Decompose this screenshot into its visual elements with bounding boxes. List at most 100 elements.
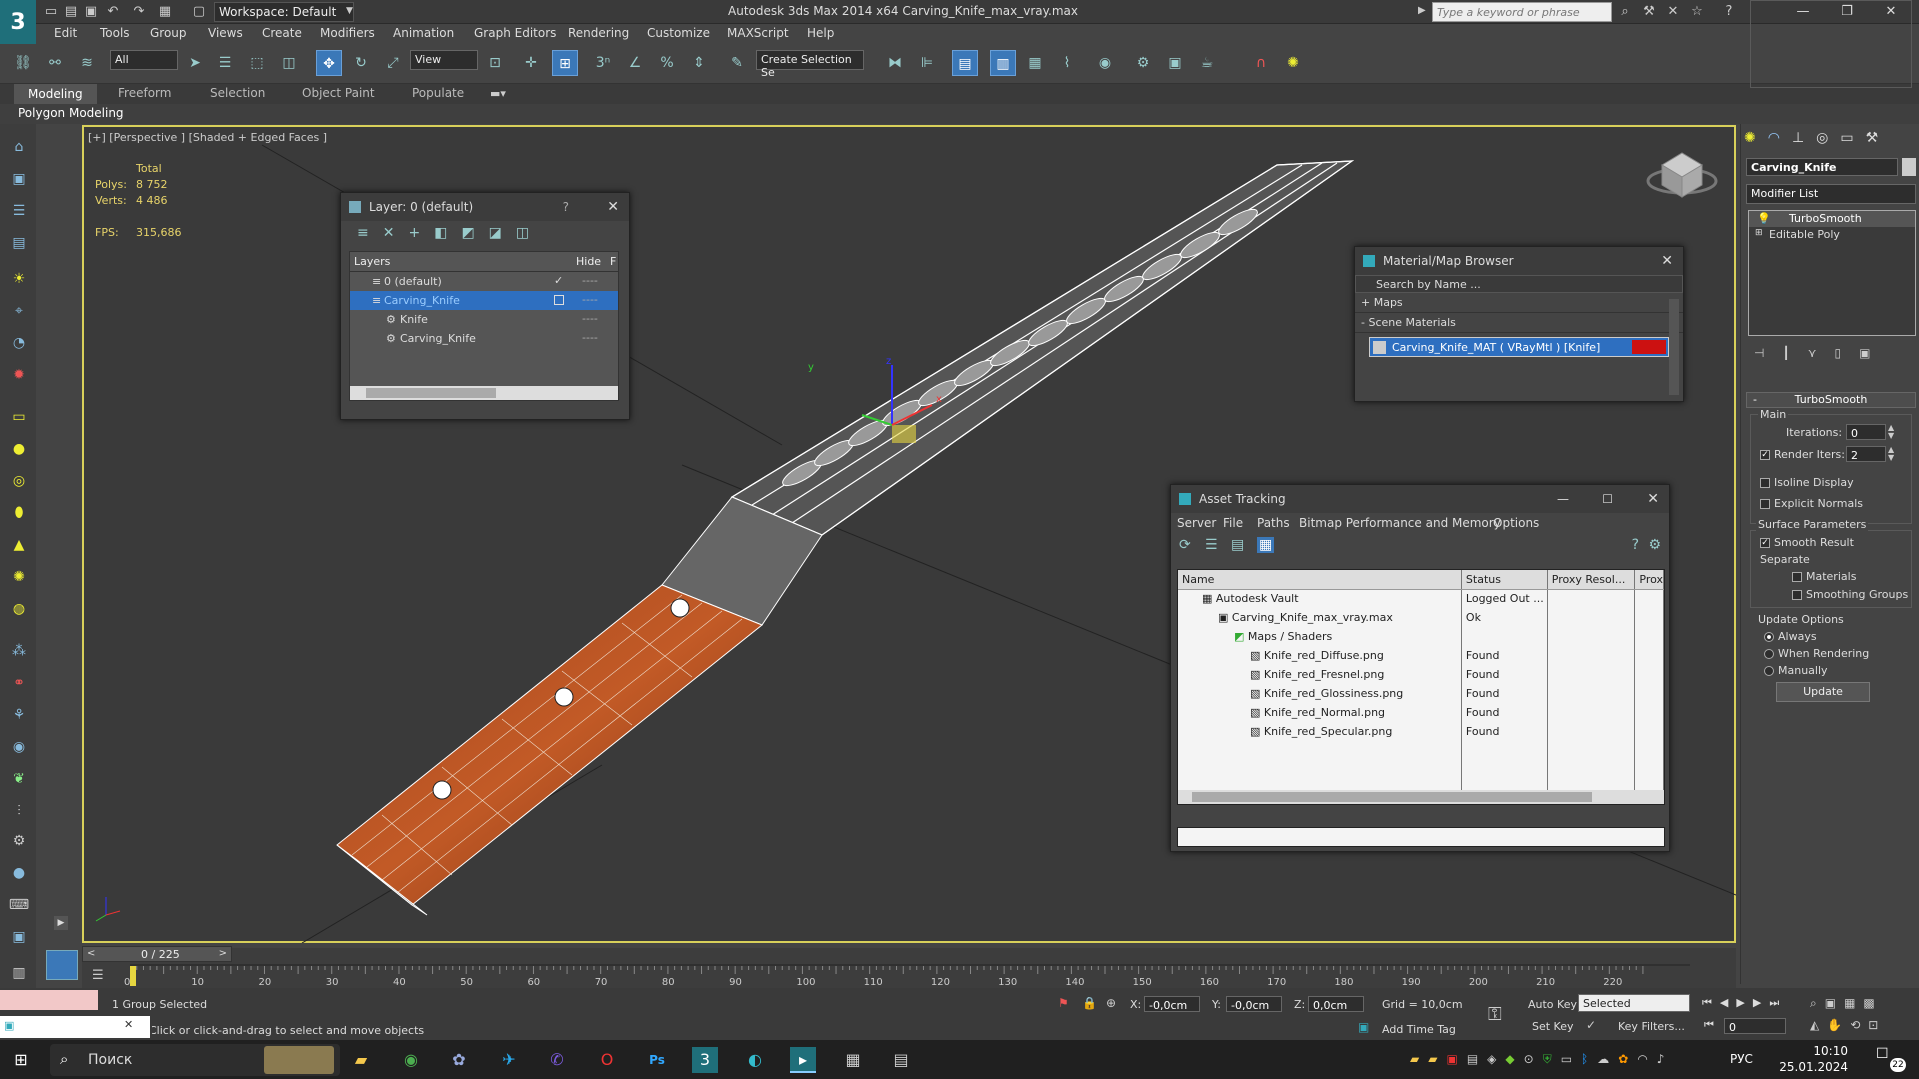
maximize-viewport-icon[interactable]: ⊡	[1868, 1018, 1886, 1032]
show-end-result-icon[interactable]: ┃	[1782, 346, 1807, 360]
manually-radio[interactable]	[1764, 666, 1774, 676]
viber-icon[interactable]: ✆	[544, 1047, 570, 1073]
named-selection-set-dropdown[interactable]: Create Selection Se	[756, 50, 864, 79]
input-language[interactable]: РУС	[1730, 1052, 1753, 1066]
isolate-icon[interactable]: ⚑	[1058, 996, 1069, 1010]
favorites-star-icon[interactable]: ☆	[1688, 3, 1706, 21]
percent-snap-icon[interactable]: %	[654, 50, 680, 76]
rendered-frame-window-icon[interactable]: ▣	[1162, 50, 1188, 76]
connect-icon[interactable]: ⚭	[8, 672, 30, 694]
tray-network-icon[interactable]: ⊙	[1524, 1052, 1543, 1066]
search-expand-icon[interactable]: ▶	[1418, 5, 1426, 16]
menu-modifiers[interactable]: Modifiers	[320, 26, 375, 40]
smoothing-groups-checkbox[interactable]	[1792, 590, 1802, 600]
goto-end-icon[interactable]: ⏭	[1769, 996, 1787, 1009]
hold-icon[interactable]: ▦	[156, 3, 174, 21]
ribbon-tab-selection[interactable]: Selection	[210, 86, 265, 100]
clear-icon[interactable]: ✕	[124, 1018, 133, 1031]
keyword-search-input[interactable]: Type a keyword or phrase	[1432, 2, 1612, 22]
gears-app-icon[interactable]: ✿	[446, 1047, 472, 1073]
col-f[interactable]: F	[610, 255, 616, 268]
torus-icon[interactable]: ◎	[8, 470, 30, 492]
freeze-all-icon[interactable]: ◫	[516, 225, 543, 241]
sphere-icon[interactable]: ●	[8, 438, 30, 460]
layer-row[interactable]: ≡ 0 (default) ✓ ----	[350, 272, 618, 291]
material-item[interactable]: Carving_Knife_MAT ( VRayMtl ) [Knife]	[1369, 337, 1669, 357]
selection-filter-dropdown[interactable]: All	[110, 50, 178, 70]
binoculars-icon[interactable]: ⌕	[1616, 3, 1634, 21]
teapot-icon[interactable]: ⌂	[8, 136, 30, 158]
toggle-scene-explorer-icon[interactable]: ▤	[952, 50, 978, 76]
tray-folder-icon[interactable]: ▰	[1410, 1052, 1428, 1066]
pin-stack-icon[interactable]: ⊣	[1754, 346, 1782, 360]
tray-app2-icon[interactable]: ◈	[1487, 1052, 1505, 1066]
opera-icon[interactable]: O	[594, 1047, 620, 1073]
hide-toggle[interactable]: ----	[582, 274, 598, 287]
viewcube-icon[interactable]	[1646, 152, 1718, 198]
always-row[interactable]: Always	[1764, 630, 1817, 643]
cloth-icon[interactable]: ⚙	[8, 830, 30, 852]
make-unique-icon[interactable]: ⋎	[1808, 346, 1835, 360]
new-layer-icon[interactable]: ≡	[357, 225, 383, 241]
minimize-icon[interactable]: —	[1557, 485, 1569, 513]
chrome-icon[interactable]: ◉	[398, 1047, 424, 1073]
render-icon[interactable]: ▣	[8, 168, 30, 190]
polygon-modeling-label[interactable]: Polygon Modeling	[18, 106, 124, 120]
tray-bluetooth-icon[interactable]: ᛒ	[1581, 1052, 1597, 1066]
table-view-icon[interactable]: ▦	[1257, 537, 1275, 553]
maps-group[interactable]: + Maps	[1355, 293, 1683, 313]
workspace-dropdown[interactable]: Workspace: Default	[214, 2, 354, 22]
zoom-extents-icon[interactable]: ▦	[1844, 996, 1863, 1010]
toggle-layer-explorer-icon[interactable]: ▥	[990, 50, 1016, 76]
set-keys-icon[interactable]: ✓	[1586, 1018, 1596, 1032]
explicit-normals-row[interactable]: Explicit Normals	[1760, 497, 1863, 510]
table-row[interactable]: ▧ Knife_red_Diffuse.png Found	[1178, 646, 1664, 665]
explicit-normals-checkbox[interactable]	[1760, 499, 1770, 509]
ribbon-tab-freeform[interactable]: Freeform	[118, 86, 171, 100]
set-key-mode-icon[interactable]: ⚿	[1488, 1004, 1502, 1025]
always-radio[interactable]	[1764, 632, 1774, 642]
smoothing-groups-row[interactable]: Smoothing Groups	[1792, 588, 1908, 601]
app-logo-icon[interactable]: 3	[0, 0, 36, 44]
active-check-icon[interactable]: ✓	[554, 274, 563, 287]
materials-row[interactable]: Materials	[1792, 570, 1856, 583]
menu-edit[interactable]: Edit	[54, 26, 77, 40]
pivot-center-icon[interactable]: ⊡	[482, 50, 508, 76]
tray-nvidia-icon[interactable]: ◆	[1505, 1052, 1523, 1066]
select-and-rotate-icon[interactable]: ↻	[348, 50, 374, 76]
time-slider[interactable]: < 0 / 225 >	[82, 946, 232, 962]
hide-toggle[interactable]: ----	[582, 293, 598, 306]
tray-volume-icon[interactable]: ♪	[1657, 1052, 1674, 1066]
box-icon[interactable]: ▭	[8, 406, 30, 428]
x-coord-field[interactable]: -0,0cm	[1144, 996, 1200, 1012]
add-to-layer-icon[interactable]: +	[408, 225, 434, 241]
rectangular-selection-icon[interactable]: ⬚	[244, 50, 270, 76]
menu-maxscript[interactable]: MAXScript	[727, 26, 789, 40]
tree-icon[interactable]: ⚘	[8, 704, 30, 726]
snaps-toggle-icon[interactable]: 3ⁿ	[590, 50, 616, 76]
motion-tab-icon[interactable]: ◎	[1816, 130, 1840, 146]
select-and-scale-icon[interactable]: ⤢	[380, 50, 406, 76]
select-in-layer-icon[interactable]: ◧	[434, 225, 461, 241]
lock-tools-icon[interactable]: ▥	[8, 962, 30, 984]
tray-display-icon[interactable]: ▭	[1561, 1052, 1581, 1066]
turbosmooth-rollout[interactable]: - TurboSmooth	[1746, 392, 1916, 408]
telegram-icon[interactable]: ✈	[496, 1047, 522, 1073]
ribbon-options-icon[interactable]: ▬▾	[490, 87, 506, 100]
ribbon-tab-populate[interactable]: Populate	[412, 86, 464, 100]
select-manipulate-icon[interactable]: ✛	[518, 50, 544, 76]
help-icon[interactable]: ?	[563, 193, 569, 221]
mini-curve-editor-icon[interactable]	[46, 950, 78, 980]
menu-animation[interactable]: Animation	[393, 26, 454, 40]
asset-tracking-title[interactable]: Asset Tracking — ☐ ✕	[1171, 485, 1669, 513]
col-proxy-resolution[interactable]: Proxy Resol...	[1547, 570, 1636, 590]
menu-views[interactable]: Views	[208, 26, 243, 40]
render-iters-checkbox[interactable]: ✓	[1760, 450, 1770, 460]
clock-date[interactable]: 25.01.2024	[1776, 1060, 1848, 1074]
particle-icon[interactable]: ✹	[8, 364, 30, 386]
table-row[interactable]: ▧ Knife_red_Normal.png Found	[1178, 703, 1664, 722]
material-editor-icon[interactable]: ◉	[1092, 50, 1118, 76]
workspace-chevron-down-icon[interactable]: ▼	[346, 6, 353, 16]
layer-row-selected[interactable]: ≡ Carving_Knife ----	[350, 291, 618, 310]
table-row[interactable]: ▦ Autodesk Vault Logged Out ...	[1178, 589, 1664, 608]
